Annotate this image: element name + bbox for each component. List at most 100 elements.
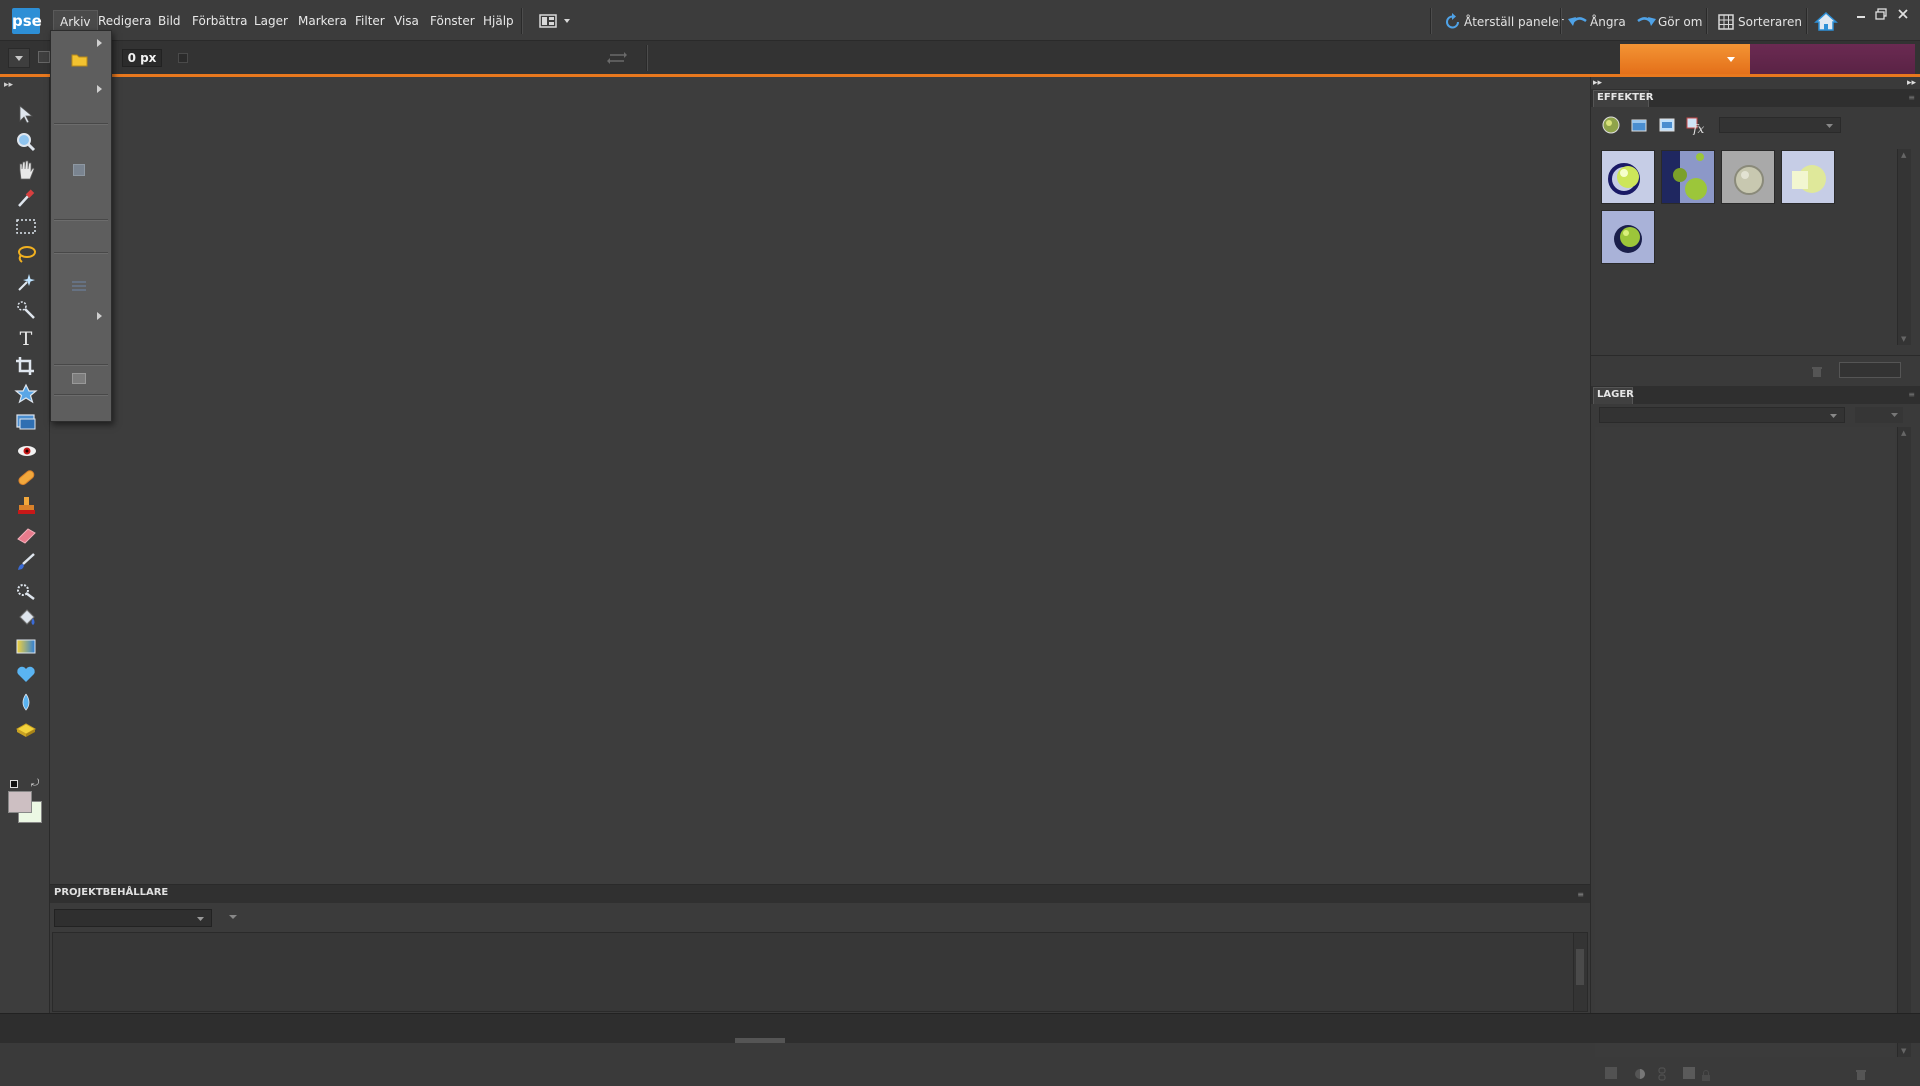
magic-wand-tool-icon[interactable] (13, 271, 39, 295)
project-bin-thumbnail-area[interactable] (52, 932, 1588, 1012)
effect-thumbnail[interactable] (1721, 150, 1775, 204)
sponge-tool-icon[interactable] (13, 719, 39, 743)
filters-category-icon[interactable] (1601, 115, 1621, 135)
new-adjustment-layer-icon[interactable] (1633, 1066, 1647, 1080)
shape-tool-icon[interactable] (13, 663, 39, 687)
project-bin-filter-select[interactable] (54, 909, 212, 927)
eraser-tool-icon[interactable] (13, 523, 39, 547)
selection-mode-icon[interactable] (38, 51, 50, 63)
effect-thumbnail[interactable] (1601, 210, 1655, 264)
swap-arrows-button[interactable] (606, 49, 628, 67)
close-window-button[interactable] (1896, 6, 1910, 20)
photo-effects-category-icon[interactable] (1657, 115, 1677, 135)
panel-menu-icon[interactable]: ≡ (1908, 390, 1915, 399)
new-layer-icon[interactable] (1605, 1067, 1617, 1079)
workspace-layout-button[interactable] (538, 12, 576, 30)
cookie-cutter-tool-icon[interactable] (13, 383, 39, 407)
menu-forbattra[interactable]: Förbättra (186, 10, 253, 32)
delete-layer-icon[interactable] (1855, 1066, 1867, 1080)
redo-button[interactable]: Gör om (1636, 11, 1702, 33)
effect-thumbnail[interactable] (1781, 150, 1835, 204)
gradient-tool-icon[interactable] (13, 635, 39, 659)
menu-fonster[interactable]: Fönster (424, 10, 481, 32)
toolbox-collapse-icon[interactable]: ▸▸ (4, 80, 13, 90)
panel-menu-icon[interactable]: ≡ (1577, 890, 1584, 899)
lock-icon[interactable] (1701, 1067, 1711, 1081)
layer-mask-icon[interactable] (1683, 1067, 1695, 1079)
menu-visa[interactable]: Visa (388, 10, 425, 32)
panel-menu-icon[interactable]: ≡ (1908, 93, 1915, 102)
project-bin-scrollbar[interactable] (1573, 933, 1587, 1011)
menu-divider (54, 219, 108, 220)
tool-preset-picker[interactable] (8, 48, 30, 68)
minimize-button[interactable] (1854, 6, 1868, 20)
red-eye-removal-tool-icon[interactable] (13, 439, 39, 463)
paint-bucket-tool-icon[interactable] (13, 607, 39, 631)
panel-expand-icon[interactable]: ▸▸ (1907, 78, 1916, 88)
project-bin-options-button[interactable] (226, 909, 240, 923)
menu-filter[interactable]: Filter (349, 10, 391, 32)
straighten-tool-icon[interactable] (13, 411, 39, 435)
open-folder-icon[interactable] (71, 52, 89, 68)
clone-stamp-tool-icon[interactable] (13, 495, 39, 519)
batch-icon[interactable] (71, 277, 87, 291)
mode-tab-purple[interactable] (1750, 44, 1915, 74)
link-layers-icon[interactable] (1657, 1066, 1667, 1081)
chevron-down-icon (229, 915, 237, 919)
undo-button[interactable]: Ångra (1568, 11, 1626, 33)
smart-brush-tool-icon[interactable] (13, 579, 39, 603)
zoom-tool-icon[interactable] (13, 131, 39, 155)
document-canvas-area[interactable] (50, 77, 1590, 885)
swap-colors-icon[interactable]: ⤾ (31, 778, 39, 789)
lasso-tool-icon[interactable] (13, 243, 39, 267)
scroll-up-icon[interactable]: ▲ (1901, 151, 1906, 159)
marquee-tool-icon[interactable] (13, 215, 39, 239)
save-icon[interactable] (73, 164, 85, 176)
move-tool-icon[interactable] (13, 103, 39, 127)
panel-collapse-icon[interactable]: ▸▸ (1593, 78, 1602, 88)
feather-size-field[interactable]: 0 px (122, 49, 162, 67)
home-button[interactable] (1814, 10, 1838, 32)
close-icon (1898, 9, 1908, 19)
menu-lager[interactable]: Lager (248, 10, 294, 32)
apply-effect-button[interactable] (1839, 362, 1901, 378)
menu-bild[interactable]: Bild (152, 10, 187, 32)
status-bar-grip[interactable] (735, 1038, 785, 1043)
eyedropper-tool-icon[interactable] (13, 187, 39, 211)
fx-effects-icon[interactable]: fx (1685, 115, 1705, 136)
blur-tool-icon[interactable] (13, 691, 39, 715)
menu-redigera[interactable]: Redigera (92, 10, 157, 32)
opacity-select[interactable] (1855, 407, 1903, 423)
organizer-button[interactable]: Sorteraren (1718, 11, 1802, 33)
menu-arkiv[interactable]: Arkiv (53, 10, 98, 32)
hand-tool-icon[interactable] (13, 159, 39, 183)
quick-selection-tool-icon[interactable] (13, 299, 39, 323)
crop-tool-icon[interactable] (13, 355, 39, 379)
foreground-color-swatch[interactable] (8, 791, 32, 813)
anti-alias-checkbox[interactable] (178, 53, 188, 63)
effect-thumbnail[interactable] (1661, 150, 1715, 204)
scroll-down-icon[interactable]: ▼ (1901, 335, 1906, 343)
brush-tool-icon[interactable] (13, 551, 39, 575)
healing-brush-tool-icon[interactable] (13, 467, 39, 491)
type-tool-icon[interactable]: T (13, 327, 39, 351)
trash-icon[interactable] (1811, 363, 1823, 377)
reset-panels-button[interactable]: Återställ paneler (1444, 11, 1564, 33)
scroll-thumb[interactable] (1576, 949, 1584, 985)
effects-scrollbar[interactable]: ▲ ▼ (1897, 149, 1911, 345)
effect-thumbnail[interactable] (1601, 150, 1655, 204)
default-colors-icon[interactable] (10, 780, 18, 788)
scroll-up-icon[interactable]: ▲ (1901, 429, 1906, 437)
scroll-down-icon[interactable]: ▼ (1901, 1047, 1906, 1055)
restore-button[interactable] (1874, 6, 1888, 20)
menu-markera[interactable]: Markera (292, 10, 353, 32)
print-icon[interactable] (72, 373, 86, 384)
menu-hjalp[interactable]: Hjälp (477, 10, 520, 32)
effects-category-select[interactable] (1719, 117, 1841, 133)
layers-list[interactable] (1595, 427, 1895, 1057)
layer-styles-category-icon[interactable] (1629, 115, 1649, 135)
blend-mode-select[interactable] (1599, 407, 1845, 423)
mode-dropdown[interactable] (1620, 44, 1750, 74)
layers-scrollbar[interactable]: ▲ ▼ (1897, 427, 1911, 1057)
menu-divider (54, 394, 108, 395)
